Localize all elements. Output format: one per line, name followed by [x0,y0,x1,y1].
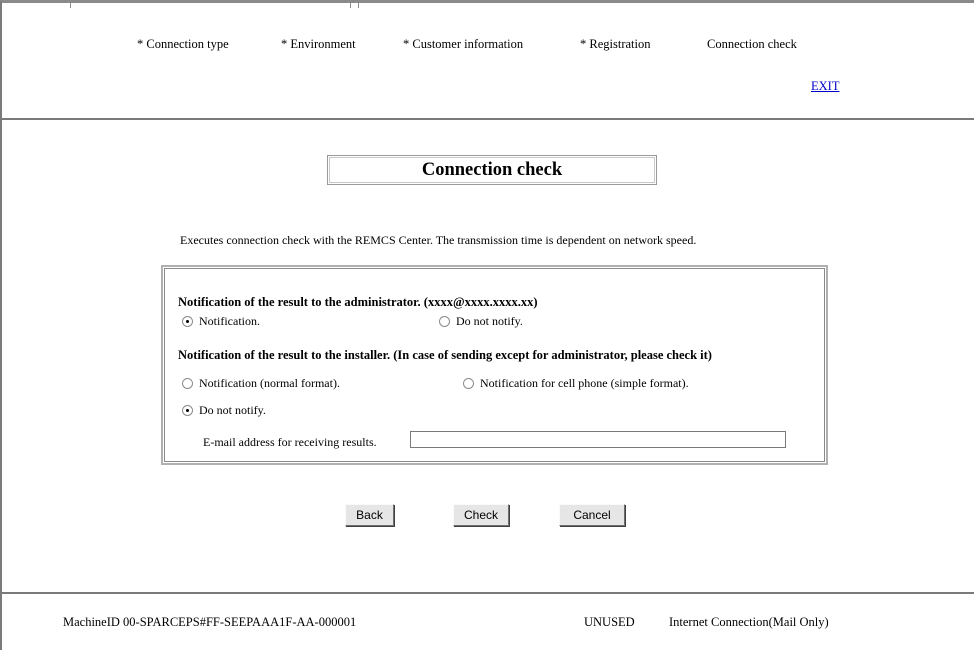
step-customer-information: * Customer information [403,37,524,51]
main-content-frame: Connection check Executes connection che… [0,120,974,594]
installer-normal-format-option[interactable]: Notification (normal format). [182,376,340,391]
status-frame: MachineID 00-SPARCEPS#FF-SEEPAAA1F-AA-00… [0,594,974,650]
machine-id: MachineID 00-SPARCEPS#FF-SEEPAAA1F-AA-00… [63,615,357,629]
installer-do-not-notify-label: Do not notify. [199,403,266,417]
status-state: UNUSED [584,615,635,629]
installer-normal-format-label: Notification (normal format). [199,376,340,390]
installer-cell-phone-option[interactable]: Notification for cell phone (simple form… [463,376,689,391]
back-button[interactable]: Back [345,504,394,526]
frame-divider [358,3,359,8]
admin-notification-label: Notification of the result to the admini… [178,295,538,309]
frame-divider [70,3,71,8]
admin-do-not-notify-label: Do not notify. [456,314,523,328]
radio-button-checked[interactable] [182,316,193,327]
email-field[interactable] [410,431,786,448]
step-connection-type: * Connection type [137,37,229,51]
admin-notify-option[interactable]: Notification. [182,314,260,329]
email-field-label: E-mail address for receiving results. [203,435,377,449]
step-navigation-frame: * Connection type * Environment * Custom… [0,0,974,120]
page-title: Connection check [329,157,655,183]
admin-notify-label: Notification. [199,314,260,328]
step-connection-check: Connection check [707,37,797,51]
notification-options-panel: Notification of the result to the admini… [161,265,828,465]
installer-cell-phone-label: Notification for cell phone (simple form… [480,376,689,390]
connection-mode: Internet Connection(Mail Only) [669,615,829,629]
radio-button[interactable] [439,316,450,327]
admin-do-not-notify-option[interactable]: Do not notify. [439,314,523,329]
step-environment: * Environment [281,37,356,51]
exit-link[interactable]: EXIT [811,79,839,94]
radio-button[interactable] [182,378,193,389]
page-title-box: Connection check [327,155,657,185]
check-button[interactable]: Check [453,504,509,526]
installer-notification-label: Notification of the result to the instal… [178,348,712,362]
description-text: Executes connection check with the REMCS… [180,233,697,247]
radio-button[interactable] [463,378,474,389]
installer-do-not-notify-option[interactable]: Do not notify. [182,403,266,418]
radio-button-checked[interactable] [182,405,193,416]
frame-divider [350,3,351,8]
step-registration: * Registration [580,37,651,51]
cancel-button[interactable]: Cancel [559,504,625,526]
